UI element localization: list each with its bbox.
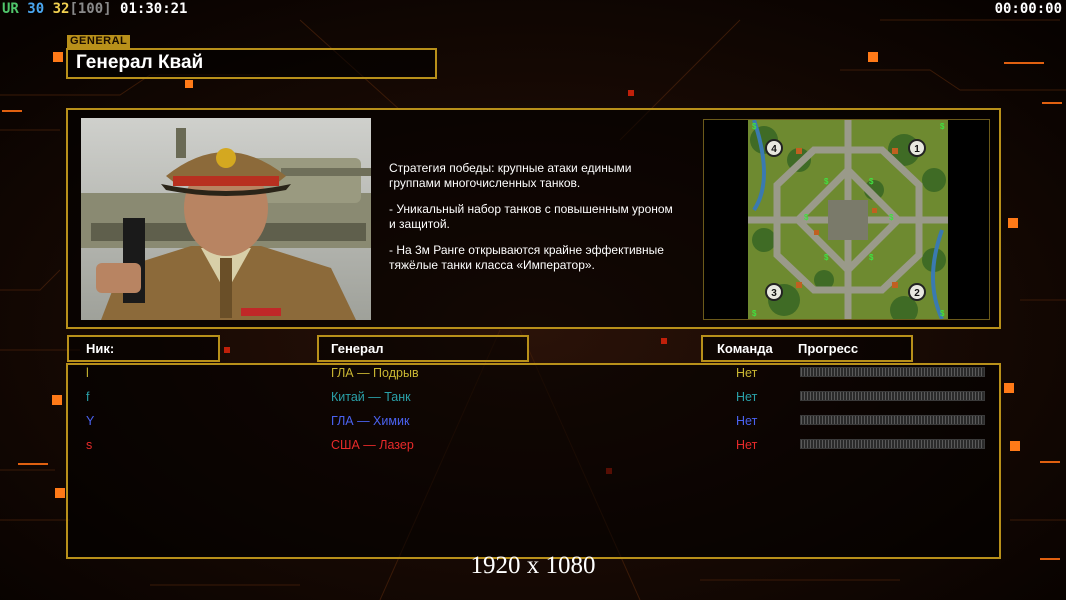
minimap-image: $ $ $ $ $ $ $ $ $ $ 4 1 3 2 xyxy=(704,120,989,319)
resolution-label: 1920 x 1080 xyxy=(470,552,596,579)
resource-icon: $ xyxy=(752,122,757,131)
general-portrait-image xyxy=(81,118,371,320)
resource-icon: $ xyxy=(869,253,874,262)
player-nick: Y xyxy=(86,414,95,428)
player-row[interactable]: f Китай — Танк Нет xyxy=(68,390,999,410)
strategy-line: Стратегия победы: крупные атаки едиными … xyxy=(389,161,632,190)
nick-column-header: Ник: xyxy=(86,341,115,356)
player-general: ГЛА — Подрыв xyxy=(331,366,419,380)
start-position-label: 3 xyxy=(771,288,777,299)
resource-icon: $ xyxy=(940,309,945,318)
resource-icon: $ xyxy=(889,213,894,222)
start-position-label: 1 xyxy=(914,144,920,155)
player-row[interactable]: s США — Лазер Нет xyxy=(68,438,999,458)
player-nick: l xyxy=(86,366,89,380)
strategy-line: - На 3м Ранге открываются крайне эффекти… xyxy=(389,243,664,272)
loading-progress-bar xyxy=(800,367,985,377)
player-row[interactable]: Y ГЛА — Химик Нет xyxy=(68,414,999,434)
team-column-header: Команда xyxy=(717,341,773,356)
resource-icon: $ xyxy=(752,309,757,318)
fps-overlay: UR 30 32[100] 01:30:21 xyxy=(2,1,187,17)
resource-icon: $ xyxy=(869,177,874,186)
system-clock: 01:30:21 xyxy=(120,1,188,17)
start-position-label: 2 xyxy=(914,288,920,299)
player-row[interactable]: l ГЛА — Подрыв Нет xyxy=(68,366,999,386)
game-timer: 00:00:00 xyxy=(994,1,1062,17)
strategy-line: - Уникальный набор танков с повышенным у… xyxy=(389,202,673,231)
loading-progress-bar xyxy=(800,439,985,449)
player-general: Китай — Танк xyxy=(331,390,411,404)
resource-icon: $ xyxy=(804,213,809,222)
start-position-label: 4 xyxy=(771,144,777,155)
fps-limit-value: 32 xyxy=(52,1,70,17)
player-general: ГЛА — Химик xyxy=(331,414,410,428)
general-portrait xyxy=(81,118,371,320)
player-team: Нет xyxy=(736,366,758,380)
loading-progress-bar xyxy=(800,415,985,425)
ur-label: UR xyxy=(2,1,19,17)
player-nick: f xyxy=(86,390,90,404)
general-name-title: Генерал Квай xyxy=(76,52,204,73)
resource-icon: $ xyxy=(940,122,945,131)
general-column-header: Генерал xyxy=(331,341,384,356)
strategy-description: Стратегия победы: крупные атаки едиными … xyxy=(389,161,699,284)
progress-column-header: Прогресс xyxy=(798,341,859,356)
player-general: США — Лазер xyxy=(331,438,414,452)
player-team: Нет xyxy=(736,414,758,428)
fps-value: 30 xyxy=(27,1,45,17)
player-nick: s xyxy=(86,438,93,452)
loading-progress-bar xyxy=(800,391,985,401)
player-team: Нет xyxy=(736,390,758,404)
fps-cap: [100] xyxy=(69,1,112,17)
general-tag: GENERAL xyxy=(67,35,131,48)
resource-icon: $ xyxy=(824,253,829,262)
resource-icon: $ xyxy=(824,177,829,186)
map-preview[interactable]: $ $ $ $ $ $ $ $ $ $ 4 1 3 2 xyxy=(703,119,990,320)
player-team: Нет xyxy=(736,438,758,452)
